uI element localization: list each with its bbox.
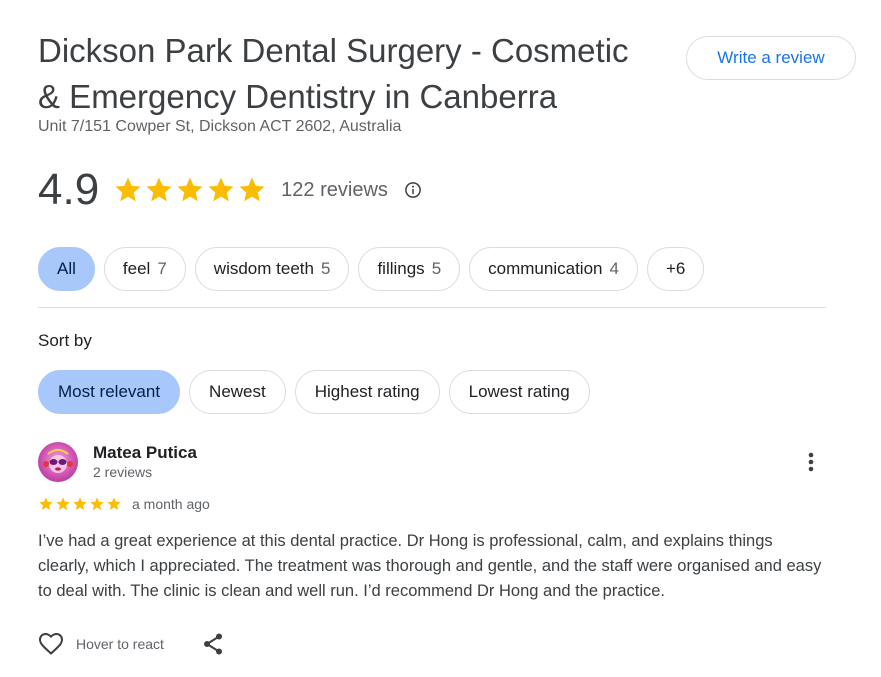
filter-chip-count: 4 xyxy=(609,259,619,278)
filter-chip-label: All xyxy=(57,259,76,278)
filter-chip-1[interactable]: feel 7 xyxy=(103,247,186,291)
filter-chip-5[interactable]: +6 xyxy=(646,247,705,291)
sort-option-0[interactable]: Most relevant xyxy=(38,370,181,414)
avatar[interactable] xyxy=(38,442,78,482)
star-icon xyxy=(56,497,70,510)
star-icon xyxy=(107,497,121,510)
divider xyxy=(38,307,826,308)
rating-stars xyxy=(113,175,267,205)
review-text: I’ve had a great experience at this dent… xyxy=(38,532,822,600)
write-review-button[interactable]: Write a review xyxy=(686,36,856,80)
review-rating: a month ago xyxy=(38,496,210,512)
review-stars xyxy=(38,496,122,512)
star-icon xyxy=(39,497,53,510)
star-icon xyxy=(239,177,265,202)
reviewer-name[interactable]: Matea Putica xyxy=(93,443,197,463)
heart-outline-icon xyxy=(38,632,64,655)
info-icon[interactable] xyxy=(404,181,422,199)
react-button[interactable]: Hover to react xyxy=(38,632,164,656)
topic-filter-chips: All feel 7 wisdom teeth 5 fillings 5 communicat… xyxy=(38,247,705,291)
sort-options: Most relevant Newest Highest rating Lowest … xyxy=(38,370,590,414)
filter-chip-label: wisdom teeth xyxy=(213,259,314,278)
rating-summary: 4.9 122 reviews xyxy=(38,160,422,220)
place-address: Unit 7/151 Cowper St, Dickson ACT 2602, … xyxy=(38,118,402,135)
place-title: Dickson Park Dental Surgery - Cosmetic &… xyxy=(38,28,678,120)
star-icon xyxy=(90,497,104,510)
review-actions: Hover to react xyxy=(38,632,224,656)
star-icon xyxy=(208,177,234,202)
filter-chip-label: feel xyxy=(122,259,151,278)
reviewer-meta: 2 reviews xyxy=(93,464,153,480)
sort-option-3[interactable]: Lowest rating xyxy=(448,370,590,414)
filter-chip-count: 5 xyxy=(431,259,442,278)
filter-chip-label: fillings xyxy=(377,259,425,278)
react-label: Hover to react xyxy=(76,636,164,652)
filter-chip-4[interactable]: communication 4 xyxy=(469,247,638,291)
rating-value: 4.9 xyxy=(38,165,100,214)
share-icon[interactable] xyxy=(202,632,224,656)
star-icon xyxy=(146,177,172,202)
review-count[interactable]: 122 reviews xyxy=(281,179,388,202)
filter-chip-3[interactable]: fillings 5 xyxy=(358,247,461,291)
review-date: a month ago xyxy=(132,496,210,512)
sort-label: Sort by xyxy=(38,331,92,350)
more-vert-icon[interactable] xyxy=(801,450,821,474)
place-title-line2: & Emergency Dentistry in Canberra xyxy=(38,78,558,115)
filter-chip-count: 5 xyxy=(320,259,331,278)
star-icon xyxy=(177,177,203,202)
avatar-image xyxy=(43,449,73,473)
star-icon xyxy=(73,497,87,510)
place-title-line1: Dickson Park Dental Surgery - Cosmetic xyxy=(38,32,629,69)
filter-chip-label: +6 xyxy=(665,259,686,278)
filter-chip-0[interactable]: All xyxy=(38,247,95,291)
sort-option-2[interactable]: Highest rating xyxy=(294,370,440,414)
filter-chip-count: 7 xyxy=(157,259,167,278)
filter-chip-label: communication xyxy=(488,259,603,278)
filter-chip-2[interactable]: wisdom teeth 5 xyxy=(194,247,350,291)
sort-option-1[interactable]: Newest xyxy=(189,370,286,414)
star-icon xyxy=(115,177,141,202)
